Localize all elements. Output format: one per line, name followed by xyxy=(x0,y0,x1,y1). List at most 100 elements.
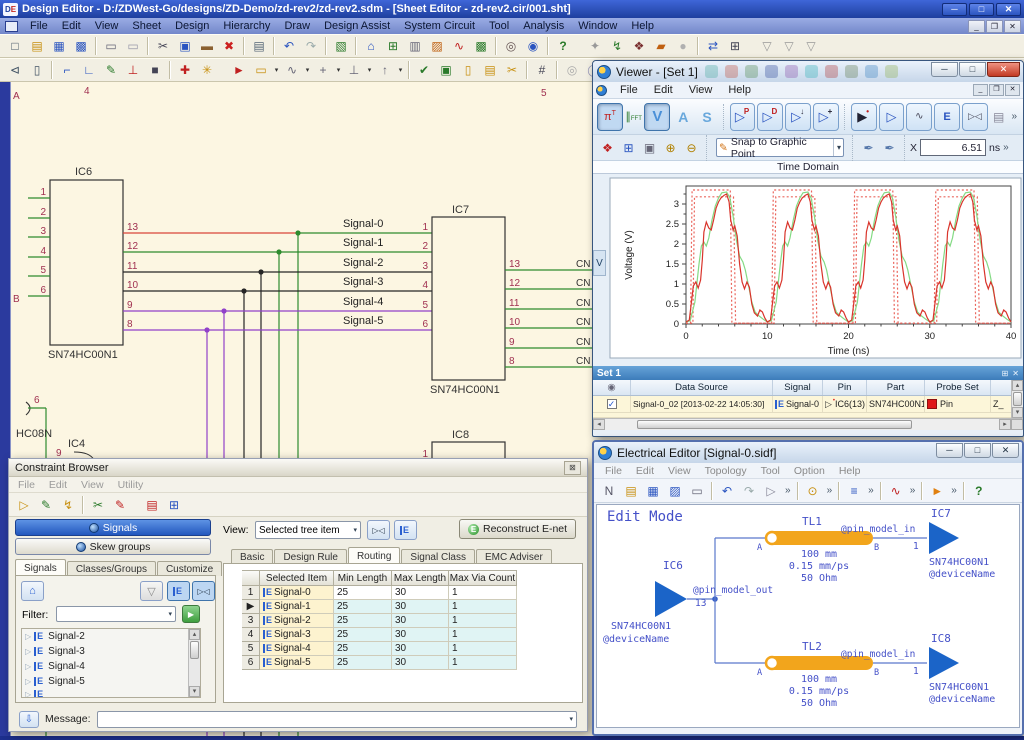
row-visible-cell[interactable]: ✓ xyxy=(593,396,631,412)
ee-probe-tool-icon[interactable]: ► xyxy=(927,481,947,501)
menu-hierarchy[interactable]: Hierarchy xyxy=(216,20,277,32)
enet-view-button[interactable]: E xyxy=(167,581,190,601)
tb2-dropdown-arrow-icon[interactable]: ▾ xyxy=(272,66,281,74)
tb1-properties-icon[interactable]: ▤ xyxy=(249,36,269,56)
tb1-search-sheet-icon[interactable]: ◉ xyxy=(523,36,543,56)
viewer-mdi-restore[interactable]: ❐ xyxy=(989,84,1004,96)
mdi-close-button[interactable]: ✕ xyxy=(1004,20,1021,33)
expand-icon[interactable]: ▷ xyxy=(25,647,31,656)
viewer-menu-file[interactable]: File xyxy=(612,84,646,96)
maximize-button[interactable]: □ xyxy=(969,3,994,16)
apply-filter-button[interactable]: ▶ xyxy=(182,605,200,623)
scroll-left-icon[interactable]: ◂ xyxy=(593,419,605,430)
col-min-length[interactable]: Min Length xyxy=(334,570,392,586)
constraint-row[interactable]: 3ESignal-225301 xyxy=(242,614,517,628)
tb2-rule-check-icon[interactable]: ✔ xyxy=(414,60,434,80)
tb1-filter-b-icon[interactable]: ▽ xyxy=(779,36,799,56)
tb2-draw-wire-icon[interactable]: ✎ xyxy=(101,60,121,80)
ee-menu-view[interactable]: View xyxy=(661,465,698,477)
current-type-button[interactable]: A xyxy=(678,109,688,125)
tb2-dropdown-arrow-icon[interactable]: ▾ xyxy=(396,66,405,74)
data-source-cell[interactable]: Signal-0_02 [2013-02-22 14:05:30] xyxy=(631,396,773,412)
tb2-route-cut-icon[interactable]: ✂ xyxy=(502,60,522,80)
probe-drop-button[interactable]: ▷↓ xyxy=(785,103,811,131)
viewer-menu-view[interactable]: View xyxy=(681,84,721,96)
cb-group-edit-icon[interactable]: ✎ xyxy=(36,495,56,515)
sheet-window-icon[interactable] xyxy=(5,21,18,32)
col-max-length[interactable]: Max Length xyxy=(392,570,449,586)
dock-icon[interactable]: ⊞ xyxy=(1002,369,1009,378)
ee-help-icon[interactable]: ? xyxy=(969,481,989,501)
close-button[interactable]: ✕ xyxy=(996,3,1021,16)
resistor-probe-button[interactable]: ∿ xyxy=(906,103,932,131)
measure-pen-2-button[interactable]: ✒ xyxy=(880,138,899,157)
chevron-down-icon[interactable]: ▾ xyxy=(353,526,357,534)
marker-receiver-button[interactable]: ▷ xyxy=(879,103,905,131)
constraint-row[interactable]: 4ESignal-325301 xyxy=(242,628,517,642)
mdi-minimize-button[interactable]: _ xyxy=(968,20,985,33)
tb1-link-icon[interactable]: ⇄ xyxy=(703,36,723,56)
tb2-ic-icon[interactable]: ▯ xyxy=(27,60,47,80)
ee-menu-option[interactable]: Option xyxy=(787,465,832,477)
tab-customize[interactable]: Customize xyxy=(157,561,222,576)
tb1-find-icon[interactable]: ◎ xyxy=(501,36,521,56)
menu-draw[interactable]: Draw xyxy=(277,20,317,32)
ee-menu-edit[interactable]: Edit xyxy=(629,465,661,477)
tb1-palette-icon[interactable]: ▰ xyxy=(651,36,671,56)
max-length-cell[interactable]: 30 xyxy=(392,642,449,656)
filter-button[interactable]: ▽ xyxy=(140,581,163,601)
row-number-cell[interactable]: ▶ xyxy=(242,600,260,614)
zoom-out-button[interactable]: ⊖ xyxy=(682,138,701,157)
cb-probe-new-icon[interactable]: ▷ xyxy=(14,495,34,515)
sparam-type-button[interactable]: S xyxy=(702,109,711,125)
tb1-undo-icon[interactable]: ↶ xyxy=(279,36,299,56)
row-number-cell[interactable]: 4 xyxy=(242,628,260,642)
ee-close-button[interactable]: ✕ xyxy=(992,443,1019,458)
measure-pen-button[interactable]: ✒ xyxy=(859,138,878,157)
voltage-axis-tab[interactable]: V xyxy=(593,250,606,276)
scroll-thumb[interactable] xyxy=(1013,392,1022,406)
tb1-cut-icon[interactable]: ✂ xyxy=(153,36,173,56)
tb1-copy-icon[interactable]: ▣ xyxy=(175,36,195,56)
tab-routing[interactable]: Routing xyxy=(348,547,400,564)
tree-scrollbar[interactable]: ▴▾ xyxy=(188,629,200,697)
ee-minimize-button[interactable]: ─ xyxy=(936,443,963,458)
ee-undo-icon[interactable]: ↶ xyxy=(717,481,737,501)
tb2-net-corner-icon[interactable]: ∟ xyxy=(79,60,99,80)
ee-maximize-button[interactable]: □ xyxy=(964,443,991,458)
menu-help[interactable]: Help xyxy=(624,20,661,32)
tb1-design-window-icon[interactable]: ▨ xyxy=(427,36,447,56)
probe-set-cell[interactable]: Pin xyxy=(925,396,991,412)
viewer-window[interactable]: Viewer - [Set 1] ─ □ ✕ FileEditViewHelp … xyxy=(592,60,1024,437)
ee-save-icon[interactable]: ▦ xyxy=(643,481,663,501)
row-number-cell[interactable]: 3 xyxy=(242,614,260,628)
menu-sheet[interactable]: Sheet xyxy=(125,20,168,32)
col-max-via-count[interactable]: Max Via Count xyxy=(449,570,517,586)
snap-mode-combo[interactable]: ✎Snap to Graphic Point▾ xyxy=(716,138,844,157)
probe-power-button[interactable]: ▷P xyxy=(730,103,756,131)
scroll-down-icon[interactable]: ▾ xyxy=(189,686,200,697)
menu-window[interactable]: Window xyxy=(571,20,624,32)
constraint-row[interactable]: 6ESignal-525301 xyxy=(242,656,517,670)
max-length-cell[interactable]: 30 xyxy=(392,614,449,628)
tree-item-signal-3[interactable]: ▷ESignal-3 xyxy=(22,644,200,659)
set1-vscrollbar[interactable]: ▴▾ xyxy=(1011,380,1023,418)
menu-analysis[interactable]: Analysis xyxy=(516,20,571,32)
tab-classes-groups[interactable]: Classes/Groups xyxy=(67,561,156,576)
ee-menu-file[interactable]: File xyxy=(598,465,629,477)
tree-item-signal-2[interactable]: ▷ESignal-2 xyxy=(22,629,200,644)
col-selected-item[interactable]: Selected Item xyxy=(260,570,334,586)
row-number-cell[interactable]: 1 xyxy=(242,586,260,600)
tb1-paste-icon[interactable]: ▬ xyxy=(197,36,217,56)
probe-data-button[interactable]: ▷D xyxy=(757,103,783,131)
scroll-up-icon[interactable]: ▴ xyxy=(189,629,200,640)
menu-design[interactable]: Design xyxy=(168,20,216,32)
tb1-board-3d-icon[interactable]: ▧ xyxy=(331,36,351,56)
home-button[interactable]: ⌂ xyxy=(21,581,44,601)
ee-run-doc-icon[interactable]: ▷ xyxy=(761,481,781,501)
IC7-receiver-symbol[interactable] xyxy=(929,522,959,554)
viewer-mdi-minimize[interactable]: _ xyxy=(973,84,988,96)
tree-item-signal-5[interactable]: ▷ESignal-5 xyxy=(22,674,200,689)
tb2-flag-icon[interactable]: ► xyxy=(229,60,249,80)
tb1-print-icon[interactable]: ▭ xyxy=(101,36,121,56)
